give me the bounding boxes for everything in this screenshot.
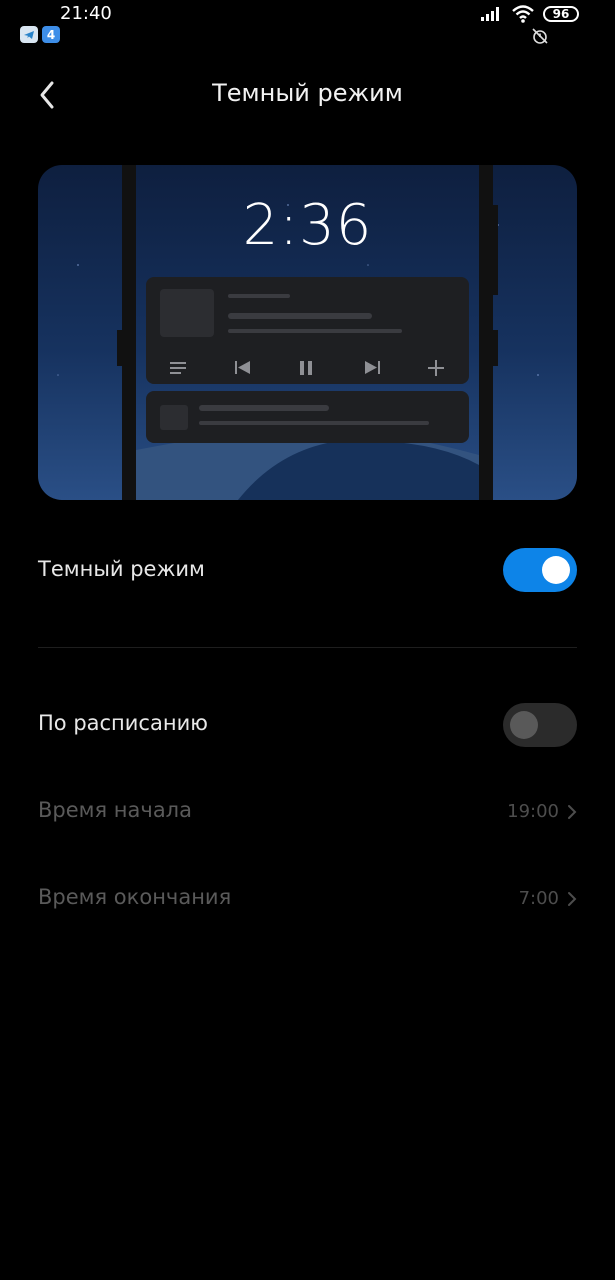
notification-icons: 4 (20, 26, 60, 43)
status-time: 21:40 (60, 3, 112, 24)
telegram-icon (20, 26, 38, 43)
chevron-right-icon (568, 891, 577, 906)
toggle-knob (542, 556, 570, 584)
signal-icon (481, 7, 499, 21)
dark-mode-preview: 2:36 (38, 165, 577, 500)
start-time-value[interactable]: 19:00 (507, 801, 577, 822)
app-badge-icon: 4 (42, 26, 60, 43)
dark-mode-toggle[interactable] (503, 548, 577, 592)
start-time-text: 19:00 (507, 801, 559, 822)
end-time-value[interactable]: 7:00 (519, 888, 577, 909)
chevron-right-icon (568, 804, 577, 819)
start-time-label[interactable]: Время начала (38, 798, 192, 822)
dark-mode-label: Темный режим (38, 557, 205, 581)
toggle-knob (510, 711, 538, 739)
end-time-label[interactable]: Время окончания (38, 885, 231, 909)
status-indicators: 96 (481, 5, 579, 23)
preview-clock: 2:36 (242, 193, 373, 258)
end-time-text: 7:00 (518, 888, 559, 909)
page-title: Темный режим (212, 79, 403, 107)
battery-icon: 96 (543, 6, 579, 22)
divider (38, 647, 577, 648)
wifi-icon (512, 5, 534, 23)
schedule-toggle[interactable] (503, 703, 577, 747)
schedule-label: По расписанию (38, 711, 208, 735)
alarm-off-icon (532, 28, 548, 44)
